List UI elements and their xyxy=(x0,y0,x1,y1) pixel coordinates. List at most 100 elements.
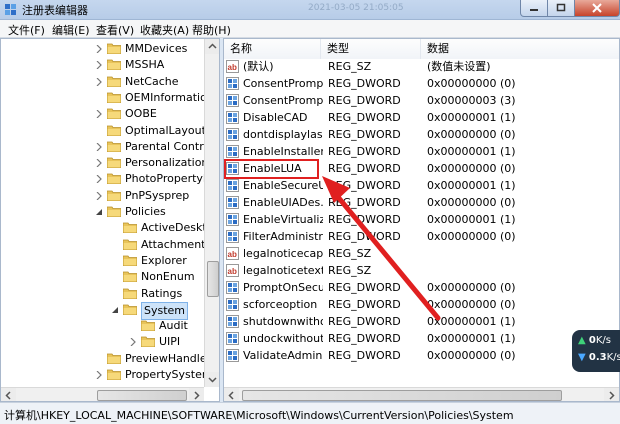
value-row-consentpromp[interactable]: ConsentPromp... REG_DWORD 0x00000000 (0) xyxy=(224,75,604,92)
value-row-shutdownwitho[interactable]: shutdownwitho... REG_DWORD 0x00000001 (1) xyxy=(224,313,604,330)
scroll-left-button[interactable] xyxy=(1,388,16,401)
network-speed-widget[interactable]: ▲ 0K/s ▼ 0.3K/s xyxy=(572,330,620,372)
expanded-arrow-icon[interactable] xyxy=(111,306,119,314)
folder-icon xyxy=(107,353,121,364)
tree-hscroll-thumb[interactable] xyxy=(97,390,187,401)
scroll-down-button[interactable] xyxy=(205,372,219,387)
close-icon xyxy=(592,3,602,13)
collapsed-arrow-icon[interactable] xyxy=(95,175,103,184)
value-row-validateadmin[interactable]: ValidateAdmin...REG_DWORD0x00000000 (0) xyxy=(224,347,604,364)
regedit-icon xyxy=(5,4,16,15)
value-data-cell: 0x00000000 (0) xyxy=(427,196,516,209)
collapsed-arrow-icon[interactable] xyxy=(95,159,103,168)
menu-edit[interactable]: 编辑(E) xyxy=(52,22,90,38)
column-header-name[interactable]: 名称 xyxy=(224,39,321,59)
value-row-consentpromp[interactable]: ConsentPromp... REG_DWORD 0x00000003 (3) xyxy=(224,92,604,109)
value-row-undockwithout[interactable]: undockwithout...REG_DWORD0x00000001 (1) xyxy=(224,330,604,347)
registry-path: 计算机\HKEY_LOCAL_MACHINE\SOFTWARE\Microsof… xyxy=(4,409,514,422)
value-row-dontdisplaylas[interactable]: dontdisplaylas... REG_DWORD 0x00000000 (0) xyxy=(224,126,604,143)
value-row-scforceoption[interactable]: scforceoption REG_DWORD 0x00000000 (0) xyxy=(224,296,604,313)
value-row-legalnoticetext[interactable]: ab legalnoticetext REG_SZ xyxy=(224,262,604,279)
value-row-enableinstaller[interactable]: EnableInstaller... REG_DWORD 0x00000001 (1… xyxy=(224,143,604,160)
menu-file[interactable]: 文件(F) xyxy=(8,22,45,38)
overlay-timestamp: 2021-03-05 21:05:05 xyxy=(308,3,404,13)
svg-text:ab: ab xyxy=(228,63,237,72)
value-data-cell: 0x00000000 (0) xyxy=(427,298,516,311)
close-button[interactable] xyxy=(574,0,620,17)
download-speed: ▼ 0.3K/s xyxy=(578,352,620,363)
collapsed-arrow-icon[interactable] xyxy=(95,45,103,53)
value-name-cell: EnableVirtualiz... xyxy=(243,213,323,226)
value-row-promptonsecu[interactable]: PromptOnSecu... REG_DWORD 0x00000000 (0) xyxy=(224,279,604,296)
folder-icon xyxy=(123,239,137,250)
menu-help[interactable]: 帮助(H) xyxy=(192,22,231,38)
value-name-cell: (默认) xyxy=(243,60,274,73)
tree-item-label: Audit xyxy=(159,319,188,333)
tree-item-label: Policies xyxy=(125,205,166,218)
maximize-icon xyxy=(556,3,566,12)
scroll-up-button[interactable] xyxy=(205,39,219,54)
tree-vertical-scrollbar[interactable] xyxy=(204,39,219,387)
value-row-disablecad[interactable]: DisableCAD REG_DWORD 0x00000001 (1) xyxy=(224,109,604,126)
svg-text:ab: ab xyxy=(228,250,237,259)
value-name-cell: shutdownwitho... xyxy=(243,315,323,328)
value-row-[interactable]: ab (默认) REG_SZ (数值未设置) xyxy=(224,58,604,75)
svg-text:ab: ab xyxy=(228,267,237,276)
dword-value-icon xyxy=(226,196,239,209)
value-type-cell: REG_DWORD xyxy=(328,298,401,311)
value-data-cell: 0x00000001 (1) xyxy=(427,111,516,124)
value-data-cell: (数值未设置) xyxy=(427,60,491,73)
tree-item-label: PropertySysten xyxy=(125,368,209,381)
tree-item-label: NetCache xyxy=(125,74,179,88)
minimize-button[interactable] xyxy=(520,0,548,17)
tree-scroll-thumb[interactable] xyxy=(207,261,219,297)
value-name-cell: legalnoticecap... xyxy=(243,247,323,260)
value-type-cell: REG_DWORD xyxy=(328,213,401,226)
collapsed-arrow-icon[interactable] xyxy=(95,61,103,70)
chevron-right-icon xyxy=(609,391,615,400)
tree-horizontal-scrollbar[interactable] xyxy=(1,387,204,401)
minimize-icon xyxy=(530,9,538,11)
folder-icon xyxy=(107,206,121,217)
scroll-right-button[interactable] xyxy=(189,388,204,401)
value-row-filteradministr[interactable]: FilterAdministr... REG_DWORD 0x00000000 (0… xyxy=(224,228,604,245)
expanded-arrow-icon[interactable] xyxy=(95,208,103,216)
collapsed-arrow-icon[interactable] xyxy=(129,338,137,347)
dword-value-icon xyxy=(226,298,239,311)
maximize-button[interactable] xyxy=(547,0,575,17)
tree-item-label: UIPI xyxy=(159,335,181,349)
dword-value-icon xyxy=(226,332,239,345)
collapsed-arrow-icon[interactable] xyxy=(95,371,103,379)
column-header-type[interactable]: 类型 xyxy=(321,39,421,59)
tree-item-label: NonEnum xyxy=(141,270,195,284)
dword-value-icon xyxy=(226,145,239,158)
value-data-cell: 0x00000003 (3) xyxy=(427,94,516,107)
values-horizontal-scrollbar[interactable] xyxy=(224,387,619,401)
menu-favorites[interactable]: 收藏夹(A) xyxy=(140,22,189,38)
value-type-cell: REG_DWORD xyxy=(328,332,401,345)
value-row-enablelua[interactable]: EnableLUA REG_DWORD 0x00000000 (0) xyxy=(224,160,604,177)
value-name-cell: FilterAdministr... xyxy=(243,230,323,243)
folder-icon xyxy=(123,288,137,299)
folder-icon xyxy=(107,108,121,120)
collapsed-arrow-icon[interactable] xyxy=(95,142,103,151)
values-scroll-right-button[interactable] xyxy=(604,388,619,401)
download-speed-unit: K/s xyxy=(606,352,620,363)
values-scroll-left-button[interactable] xyxy=(224,388,239,401)
collapsed-arrow-icon[interactable] xyxy=(95,191,103,200)
folder-icon xyxy=(107,369,121,380)
value-type-cell: REG_DWORD xyxy=(328,196,401,209)
values-hscroll-thumb[interactable] xyxy=(242,390,562,401)
value-type-cell: REG_DWORD xyxy=(328,179,401,192)
window-title: 注册表编辑器 xyxy=(22,4,88,17)
value-row-enablesecureu[interactable]: EnableSecureU... REG_DWORD 0x00000001 (1) xyxy=(224,177,604,194)
value-row-enableuiades[interactable]: EnableUIADes... REG_DWORD 0x00000000 (0) xyxy=(224,194,604,211)
value-row-legalnoticecap[interactable]: ab legalnoticecap... REG_SZ xyxy=(224,245,604,262)
folder-icon xyxy=(107,157,121,169)
value-row-enablevirtualiz[interactable]: EnableVirtualiz... REG_DWORD 0x00000001 (1… xyxy=(224,211,604,228)
column-header-data[interactable]: 数据 xyxy=(421,39,619,59)
value-name-cell: DisableCAD xyxy=(243,111,308,124)
collapsed-arrow-icon[interactable] xyxy=(95,110,103,119)
menu-view[interactable]: 查看(V) xyxy=(96,22,134,38)
collapsed-arrow-icon[interactable] xyxy=(95,77,103,86)
